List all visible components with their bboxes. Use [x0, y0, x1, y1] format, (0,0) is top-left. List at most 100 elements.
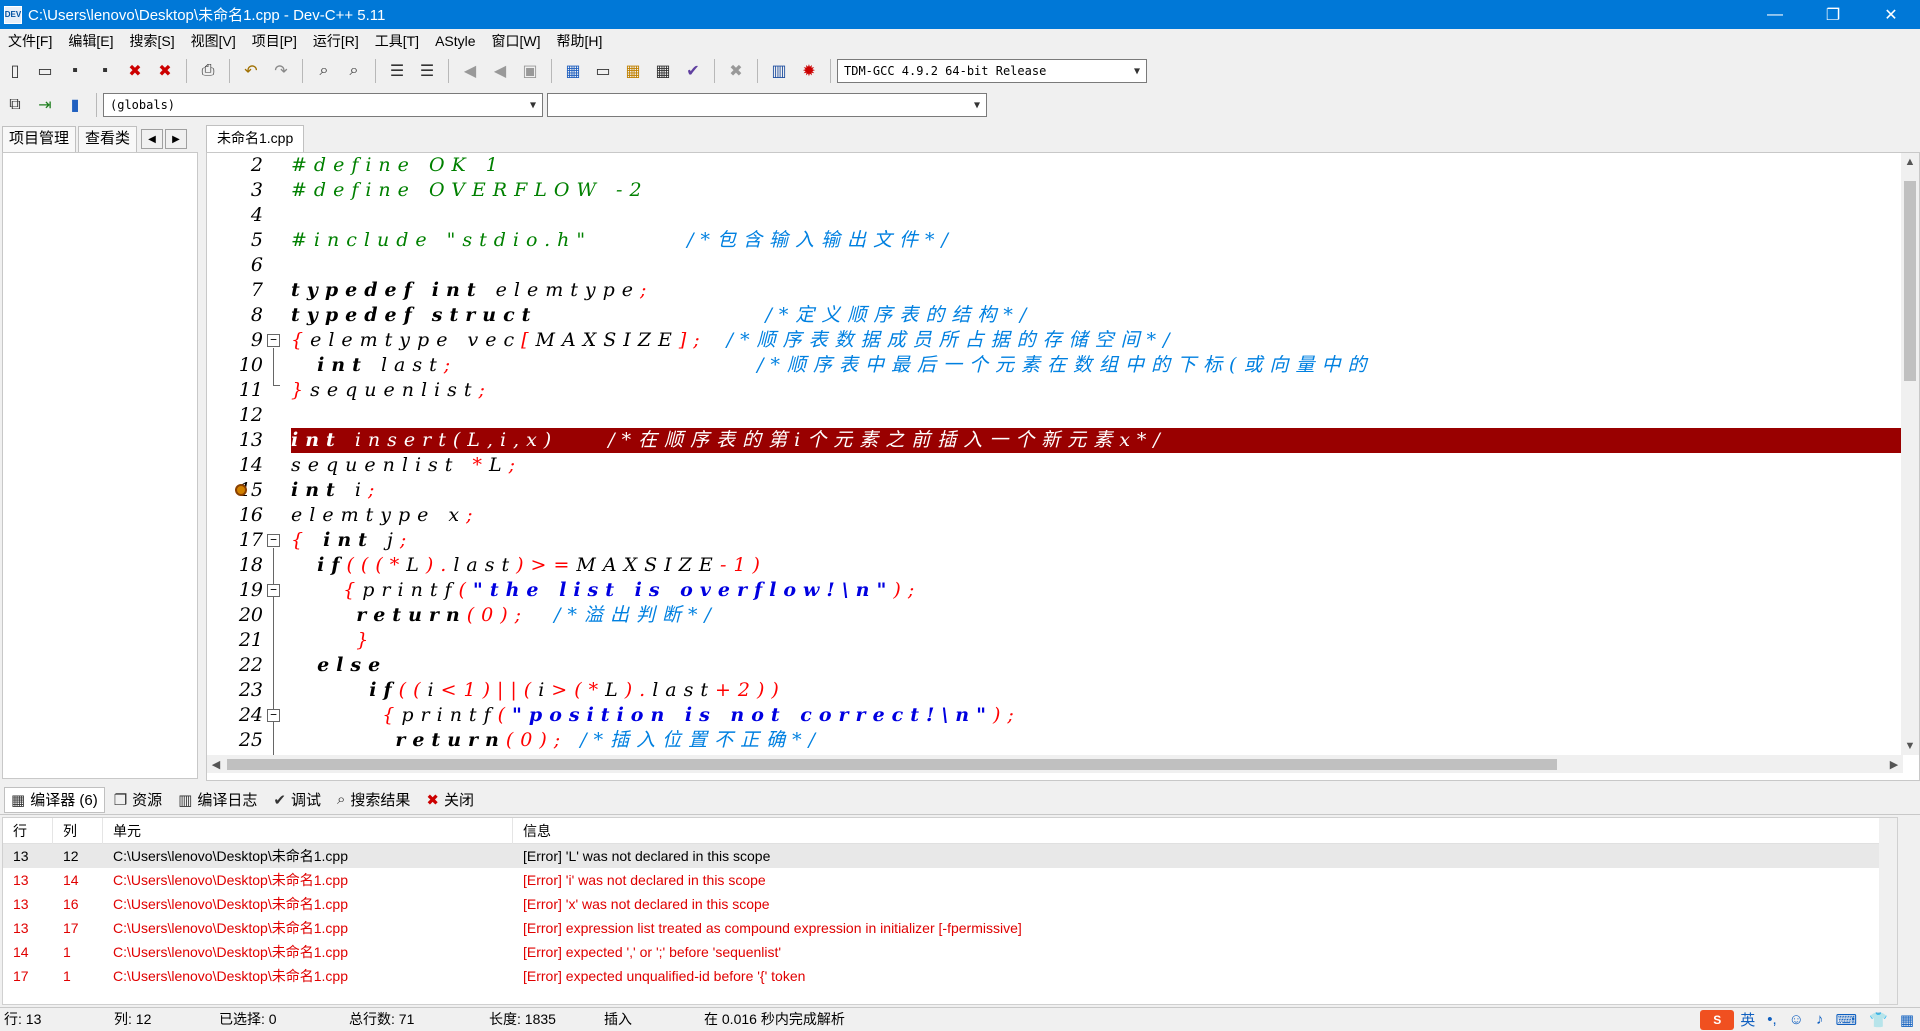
symbol: ; [367, 479, 382, 501]
table-row[interactable]: 13 12 C:\Users\lenovo\Desktop\未命名1.cpp [… [3, 844, 1897, 868]
table-row[interactable]: 13 14 C:\Users\lenovo\Desktop\未命名1.cpp [… [3, 868, 1897, 892]
undo-icon[interactable]: ↶ [238, 58, 264, 84]
profile-icon[interactable]: ▥ [766, 58, 792, 84]
compile-run-icon[interactable]: ▦ [620, 58, 646, 84]
menu-astyle[interactable]: AStyle [427, 29, 483, 53]
scroll-thumb[interactable] [227, 759, 1557, 770]
debug-icon[interactable]: ✹ [796, 58, 822, 84]
table-row[interactable]: 17 1 C:\Users\lenovo\Desktop\未命名1.cpp [E… [3, 964, 1897, 988]
symbol: { [291, 329, 311, 351]
fold-toggle-icon[interactable]: − [267, 334, 280, 347]
tab-scroll-left-icon[interactable]: ◀ [141, 129, 164, 149]
table-row[interactable]: 14 1 C:\Users\lenovo\Desktop\未命名1.cpp [E… [3, 940, 1897, 964]
scroll-right-icon[interactable]: ▶ [1885, 755, 1903, 773]
column-header-unit[interactable]: 单元 [103, 817, 513, 844]
scroll-up-icon[interactable]: ▲ [1901, 153, 1919, 171]
code-text[interactable]: #define OK 1 #define OVERFLOW -2 #includ… [291, 153, 1903, 755]
ime-skin-icon[interactable]: 👕 [1869, 1011, 1888, 1029]
code-editor[interactable]: 2 3 4 5 6 7 8 9 10 11 12 13 14 15 16 17 … [206, 152, 1920, 781]
menu-project[interactable]: 项目[P] [244, 29, 305, 53]
menu-edit[interactable]: 编辑[E] [60, 29, 121, 53]
scroll-left-icon[interactable]: ◀ [207, 755, 225, 773]
editor-tabs: 未命名1.cpp [206, 124, 1920, 152]
tab-project-manager[interactable]: 项目管理 [2, 126, 77, 152]
close-file-icon[interactable]: ✖ [122, 58, 148, 84]
project-panel-tabs: 项目管理 查看类 ◀ ▶ [0, 124, 200, 152]
menu-run[interactable]: 运行[R] [305, 29, 367, 53]
insert-icon[interactable]: ⧉ [2, 92, 28, 118]
column-header-line[interactable]: 行 [3, 817, 53, 844]
table-row[interactable]: 13 17 C:\Users\lenovo\Desktop\未命名1.cpp [… [3, 916, 1897, 940]
menu-file[interactable]: 文件[F] [0, 29, 60, 53]
save-all-icon[interactable]: ▪ [92, 58, 118, 84]
new-file-icon[interactable]: ▯ [2, 58, 28, 84]
tab-compiler[interactable]: ▦ 编译器 (6) [4, 786, 105, 813]
menu-help[interactable]: 帮助[H] [549, 29, 611, 53]
rebuild-icon[interactable]: ▦ [650, 58, 676, 84]
close-icon[interactable]: ✕ [1862, 0, 1920, 29]
tab-close[interactable]: ✖ 关闭 [419, 787, 481, 813]
scroll-down-icon[interactable]: ▼ [1901, 737, 1919, 755]
minimize-icon[interactable]: — [1746, 0, 1804, 29]
ime-menu-icon[interactable]: ▦ [1900, 1011, 1914, 1029]
tab-debug[interactable]: ✔ 调试 [266, 787, 328, 813]
tab-file[interactable]: 未命名1.cpp [206, 125, 305, 152]
open-file-icon[interactable]: ▭ [32, 58, 58, 84]
compile-icon[interactable]: ▦ [560, 58, 586, 84]
fold-toggle-icon[interactable]: − [267, 534, 280, 547]
run-icon[interactable]: ▭ [590, 58, 616, 84]
compiler-messages-table[interactable]: 行 列 单元 信息 13 12 C:\Users\lenovo\Desktop\… [2, 817, 1898, 1005]
save-icon[interactable]: ▪ [62, 58, 88, 84]
close-all-icon[interactable]: ✖ [152, 58, 178, 84]
stop-icon[interactable]: ✖ [723, 58, 749, 84]
compiler-select[interactable]: TDM-GCC 4.9.2 64-bit Release ▼ [837, 59, 1147, 83]
ime-emoji-icon[interactable]: ☺ [1789, 1011, 1804, 1028]
goto-icon[interactable]: ▣ [517, 58, 543, 84]
messages-vertical-scrollbar[interactable] [1879, 818, 1897, 1004]
tab-search-results[interactable]: ⌕ 搜索结果 [330, 787, 417, 813]
forward-icon[interactable]: ◀ [487, 58, 513, 84]
identifier: sequenlist [310, 379, 479, 401]
identifier: elemtype vec [310, 329, 522, 351]
column-header-col[interactable]: 列 [53, 817, 103, 844]
member-select[interactable]: ▼ [547, 93, 987, 117]
search-results-icon: ⌕ [336, 791, 346, 808]
menu-search[interactable]: 搜索[S] [121, 29, 182, 53]
fold-toggle-icon[interactable]: − [267, 584, 280, 597]
breakpoint-error-icon[interactable] [235, 484, 247, 496]
ime-punct-icon[interactable]: •, [1767, 1011, 1776, 1028]
tab-compile-log[interactable]: ▥ 编译日志 [171, 787, 264, 813]
editor-vertical-scrollbar[interactable]: ▲ ▼ [1901, 153, 1919, 755]
tab-resources[interactable]: ❐ 资源 [107, 787, 169, 813]
tab-scroll-right-icon[interactable]: ▶ [165, 129, 188, 149]
print-icon[interactable]: ⎙ [195, 58, 221, 84]
ime-logo-icon[interactable]: S [1700, 1009, 1735, 1030]
ime-keyboard-icon[interactable]: ⌨ [1835, 1011, 1857, 1029]
unindent-icon[interactable]: ☰ [414, 58, 440, 84]
ime-lang-toggle[interactable]: 英 [1740, 1009, 1755, 1030]
menu-view[interactable]: 视图[V] [183, 29, 244, 53]
scroll-thumb[interactable] [1904, 181, 1916, 381]
find-icon[interactable]: ⌕ [311, 58, 337, 84]
column-header-message[interactable]: 信息 [513, 817, 1893, 844]
redo-icon[interactable]: ↷ [268, 58, 294, 84]
syntax-check-icon[interactable]: ✔ [680, 58, 706, 84]
replace-icon[interactable]: ⌕ [341, 58, 367, 84]
line-gutter[interactable]: 2 3 4 5 6 7 8 9 10 11 12 13 14 15 16 17 … [207, 153, 287, 755]
maximize-icon[interactable]: ❐ [1804, 0, 1862, 29]
project-tree[interactable] [2, 152, 198, 779]
toggle-bookmark-icon[interactable]: ⇥ [32, 92, 58, 118]
status-len-label: 长度: [489, 1010, 521, 1027]
editor-horizontal-scrollbar[interactable]: ◀ ▶ [207, 755, 1903, 773]
menu-window[interactable]: 窗口[W] [484, 29, 549, 53]
ime-voice-icon[interactable]: ♪ [1816, 1011, 1824, 1028]
tab-class-browser[interactable]: 查看类 [78, 126, 138, 152]
class-toolbar: ⧉ ⇥ ▮ (globals) ▼ ▼ [0, 88, 1000, 122]
menu-tools[interactable]: 工具[T] [367, 29, 427, 53]
back-icon[interactable]: ◀ [457, 58, 483, 84]
indent-icon[interactable]: ☰ [384, 58, 410, 84]
scope-select[interactable]: (globals) ▼ [103, 93, 543, 117]
table-row[interactable]: 13 16 C:\Users\lenovo\Desktop\未命名1.cpp [… [3, 892, 1897, 916]
goto-bookmark-icon[interactable]: ▮ [62, 92, 88, 118]
fold-toggle-icon[interactable]: − [267, 709, 280, 722]
